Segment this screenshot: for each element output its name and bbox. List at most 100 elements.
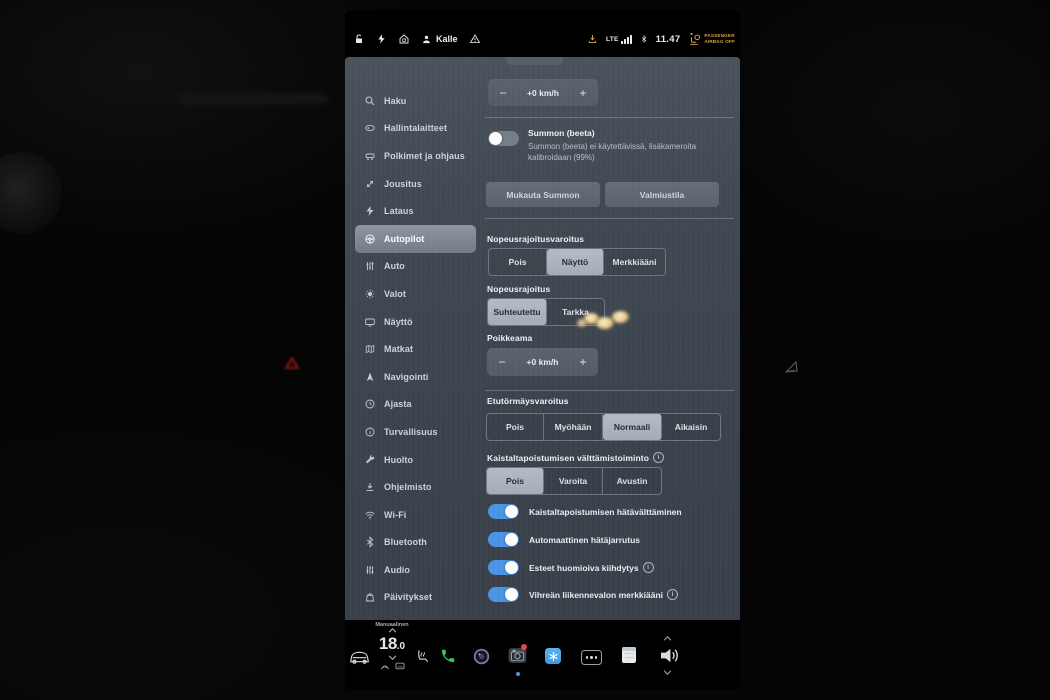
toggle-label: Vihreän liikennevalon merkkiääni: [529, 590, 663, 600]
rear-defrost-icon[interactable]: [395, 662, 405, 670]
temp-decimal: .0: [397, 641, 405, 652]
decrease-button[interactable]: −: [487, 355, 517, 369]
software-update-icon[interactable]: [587, 33, 598, 45]
summon-setting-row: Summon (beeta) Summon (beeta) ei käytett…: [488, 128, 734, 163]
segment-option-pois[interactable]: Pois: [487, 414, 544, 440]
warning-triangle-icon[interactable]: [469, 33, 481, 45]
wifi-icon: [364, 509, 376, 521]
controls-icon: [364, 122, 376, 134]
homelink-icon[interactable]: [398, 33, 410, 45]
status-bar-left: Kalle: [353, 26, 481, 52]
green-light-chime-toggle[interactable]: [488, 587, 519, 602]
lane-departure-segmented: Pois Varoita Avustin: [486, 467, 662, 495]
sidebar-item-haku[interactable]: Haku: [355, 87, 476, 115]
service-wrench-icon: [364, 454, 376, 466]
forward-collision-label: Etutörmäysvaroitus: [487, 396, 569, 406]
autopilot-settings-content: − +0 km/h + Summon (beeta) Summon (beeta…: [485, 57, 735, 620]
sidebar-item-audio[interactable]: Audio: [355, 556, 476, 584]
trips-map-icon: [364, 343, 376, 355]
software-download-icon: [364, 481, 376, 493]
sidebar-label: Ohjelmisto: [384, 482, 432, 492]
increase-button[interactable]: +: [568, 86, 598, 100]
climate-control[interactable]: Manuaalinen 18 .0: [367, 622, 417, 670]
driver-profile[interactable]: Kalle: [421, 34, 458, 45]
summon-toggle[interactable]: [488, 131, 519, 146]
sidebar-item-bluetooth[interactable]: Bluetooth: [355, 529, 476, 557]
app-launcher-icon[interactable]: [581, 650, 602, 665]
sidebar-label: Haku: [384, 96, 406, 106]
lane-departure-avoidance-toggle[interactable]: [488, 504, 519, 519]
bluetooth-icon: [364, 536, 376, 548]
sidebar-item-polkimet-ja-ohjaus[interactable]: Polkimet ja ohjaus: [355, 142, 476, 170]
volume-up-icon[interactable]: [663, 636, 672, 641]
sidebar-item-ajasta[interactable]: Ajasta: [355, 391, 476, 419]
notes-app-icon[interactable]: [622, 647, 636, 663]
volume-speaker-icon[interactable]: [659, 647, 680, 664]
lights-icon: [364, 288, 376, 300]
segment-option-normaali-selected[interactable]: Normaali: [603, 414, 662, 440]
profile-name: Kalle: [436, 34, 458, 44]
temp-down-icon[interactable]: [388, 655, 397, 660]
seat-heater-icon[interactable]: [415, 649, 430, 664]
dashcam-app-icon[interactable]: [473, 648, 490, 665]
sidebar-item-lataus[interactable]: Lataus: [355, 197, 476, 225]
sidebar-item-wifi[interactable]: Wi-Fi: [355, 501, 476, 529]
unlocked-icon[interactable]: [353, 33, 365, 45]
segment-option-avustin[interactable]: Avustin: [603, 468, 661, 494]
segment-option-tarkka[interactable]: Tarkka: [547, 299, 604, 325]
sidebar-item-ohjelmisto[interactable]: Ohjelmisto: [355, 473, 476, 501]
network-type-label: LTE: [606, 36, 619, 43]
sidebar-item-jousitus[interactable]: Jousitus: [355, 170, 476, 198]
sidebar-item-huolto[interactable]: Huolto: [355, 446, 476, 474]
sidebar-label: Navigointi: [384, 372, 429, 382]
wiper-stalk-emblem: [783, 358, 801, 376]
volume-down-icon[interactable]: [663, 670, 672, 675]
sidebar-item-hallintalaitteet[interactable]: Hallintalaitteet: [355, 115, 476, 143]
segment-option-myohaan[interactable]: Myöhään: [544, 414, 603, 440]
sidebar-item-auto[interactable]: Auto: [355, 253, 476, 281]
info-icon[interactable]: [667, 589, 678, 600]
standby-mode-button[interactable]: Valmiustila: [605, 182, 719, 207]
info-icon[interactable]: [643, 562, 654, 573]
temperature-value[interactable]: 18 .0: [379, 634, 405, 654]
decrease-button[interactable]: −: [488, 86, 518, 100]
sidebar-item-navigointi[interactable]: Navigointi: [355, 363, 476, 391]
segment-option-naytto-selected[interactable]: Näyttö: [547, 249, 604, 275]
segment-option-suhteutettu-selected[interactable]: Suhteutettu: [488, 299, 547, 325]
sidebar-label: Polkimet ja ohjaus: [384, 151, 465, 161]
speed-offset-stepper-top: − +0 km/h +: [488, 79, 598, 106]
sidebar-item-paivitykset[interactable]: Päivitykset: [355, 584, 476, 612]
segment-option-merkkiaani[interactable]: Merkkiääni: [604, 249, 665, 275]
safety-icon: [364, 426, 376, 438]
sidebar-label: Jousitus: [384, 179, 422, 189]
cellular-status: LTE: [606, 34, 632, 44]
sidebar-item-turvallisuus[interactable]: Turvallisuus: [355, 418, 476, 446]
segment-option-aikaisin[interactable]: Aikaisin: [662, 414, 720, 440]
sidebar-label: Hallintalaitteet: [384, 123, 447, 133]
sidebar-item-matkat[interactable]: Matkat: [355, 335, 476, 363]
active-app-indicator-dot: [516, 672, 520, 676]
info-icon[interactable]: [653, 452, 664, 463]
search-icon: [364, 95, 376, 107]
summon-buttons-row: Mukauta Summon Valmiustila: [486, 182, 719, 207]
phone-app-icon[interactable]: [440, 648, 456, 664]
obstacle-aware-acceleration-toggle[interactable]: [488, 560, 519, 575]
signal-bars-icon: [621, 34, 632, 44]
speed-limit-label: Nopeusrajoitus: [487, 284, 550, 294]
segment-option-pois[interactable]: Pois: [489, 249, 547, 275]
temp-up-icon[interactable]: [388, 628, 397, 633]
hazard-light-button[interactable]: [284, 356, 300, 369]
sidebar-item-valot[interactable]: Valot: [355, 280, 476, 308]
segment-option-varoita[interactable]: Varoita: [544, 468, 603, 494]
sidebar-item-naytto[interactable]: Näyttö: [355, 308, 476, 336]
sidebar-item-autopilot[interactable]: Autopilot: [355, 225, 476, 253]
charging-icon: [364, 205, 376, 217]
segment-option-pois-selected[interactable]: Pois: [487, 468, 544, 494]
bluetooth-status-icon[interactable]: [640, 33, 648, 45]
customize-summon-button[interactable]: Mukauta Summon: [486, 182, 600, 207]
dashboard-reflection: [178, 94, 328, 104]
increase-button[interactable]: +: [568, 355, 598, 369]
automatic-emergency-braking-toggle[interactable]: [488, 532, 519, 547]
front-defrost-icon[interactable]: [380, 662, 390, 670]
zoom-app-icon[interactable]: [545, 648, 561, 664]
